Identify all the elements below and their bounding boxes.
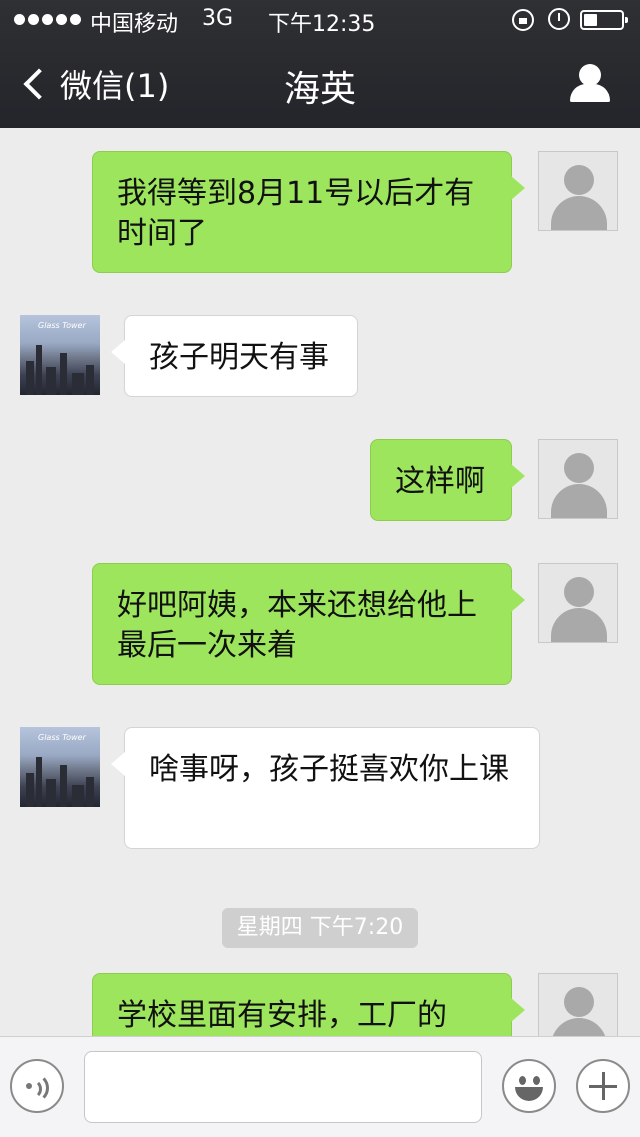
my-avatar[interactable] [538, 973, 618, 1036]
battery-icon [580, 10, 628, 30]
message-bubble-outgoing[interactable]: 好吧阿姨，本来还想给他上最后一次来着 [92, 563, 525, 685]
timestamp-label: 星期四 下午7:20 [222, 908, 418, 948]
message-bubble-incoming[interactable]: 啥事呀，孩子挺喜欢你上课 [111, 727, 540, 849]
message-text: 孩子明天有事 [149, 340, 329, 375]
message-bubble-incoming[interactable]: 孩子明天有事 [111, 315, 358, 397]
contact-avatar[interactable]: Glass Tower [20, 727, 100, 807]
network-type: 3G [202, 6, 234, 31]
my-avatar[interactable] [538, 151, 618, 231]
voice-button[interactable] [10, 1059, 64, 1113]
my-avatar[interactable] [538, 439, 618, 519]
status-time: 下午12:35 [268, 12, 376, 37]
nav-bar: 微信(1) 海英 [0, 40, 640, 128]
profile-button[interactable] [566, 64, 614, 108]
message-text: 好吧阿姨，本来还想给他上最后一次来着 [117, 588, 477, 663]
carrier-name: 中国移动 [90, 12, 179, 37]
my-avatar[interactable] [538, 563, 618, 643]
contact-avatar[interactable]: Glass Tower [20, 315, 100, 395]
add-button[interactable] [576, 1059, 630, 1113]
input-bar [0, 1036, 640, 1137]
message-text: 啥事呀，孩子挺喜欢你上课 [149, 752, 509, 787]
alarm-icon [548, 8, 570, 30]
chat-history[interactable]: 我得等到8月11号以后才有时间了 Glass Tower 孩子明天有事 这样啊 … [0, 128, 640, 1036]
chat-title: 海英 [283, 69, 356, 110]
battery-level [584, 14, 597, 26]
status-bar: 中国移动 3G 下午12:35 [0, 0, 640, 40]
top-bar: 中国移动 3G 下午12:35 微信(1) 海英 [0, 0, 640, 128]
message-text: 学校里面有安排，工厂的 [117, 998, 447, 1033]
message-text: 我得等到8月11号以后才有时间了 [117, 176, 475, 251]
message-text: 这样啊 [395, 464, 485, 499]
message-bubble-outgoing[interactable]: 学校里面有安排，工厂的 [92, 973, 525, 1036]
emoji-button[interactable] [502, 1059, 556, 1113]
message-input[interactable] [84, 1051, 482, 1123]
message-bubble-outgoing[interactable]: 我得等到8月11号以后才有时间了 [92, 151, 525, 273]
signal-strength-icon [14, 14, 81, 25]
rotation-lock-icon [512, 9, 534, 31]
message-bubble-outgoing[interactable]: 这样啊 [370, 439, 525, 521]
